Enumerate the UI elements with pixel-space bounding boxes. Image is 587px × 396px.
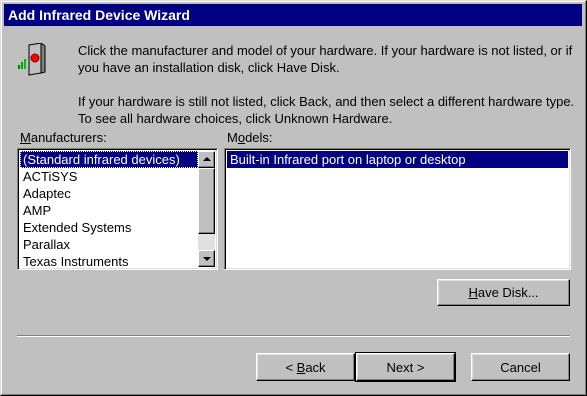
models-label: Models: — [227, 130, 273, 145]
manufacturers-scrollbar[interactable] — [198, 151, 215, 267]
next-button[interactable]: Next > — [355, 352, 456, 382]
instruction-paragraph-2: If your hardware is still not listed, cl… — [78, 94, 575, 126]
back-button[interactable]: < Back — [256, 353, 355, 381]
instruction-paragraph-1: Click the manufacturer and model of your… — [78, 43, 573, 75]
have-disk-button[interactable]: Have Disk... — [437, 279, 570, 306]
arrow-up-icon — [203, 157, 211, 161]
cancel-button[interactable]: Cancel — [471, 353, 570, 381]
manufacturer-item[interactable]: ACTiSYS — [20, 168, 198, 185]
scroll-thumb[interactable] — [198, 168, 215, 234]
scroll-down-button[interactable] — [198, 250, 215, 267]
manufacturer-item[interactable]: AMP — [20, 202, 198, 219]
manufacturer-item[interactable]: Parallax — [20, 236, 198, 253]
manufacturers-list: (Standard infrared devices) ACTiSYS Adap… — [20, 151, 198, 269]
manufacturer-item[interactable]: Adaptec — [20, 185, 198, 202]
separator — [17, 335, 570, 337]
window-title: Add Infrared Device Wizard — [8, 7, 190, 23]
manufacturer-item[interactable]: Extended Systems — [20, 219, 198, 236]
arrow-down-icon — [203, 257, 211, 261]
model-item[interactable]: Built-in Infrared port on laptop or desk… — [227, 151, 568, 168]
instructions: Click the manufacturer and model of your… — [78, 42, 578, 144]
title-bar[interactable]: Add Infrared Device Wizard — [4, 4, 582, 26]
manufacturer-item[interactable]: Texas Instruments — [20, 253, 198, 269]
models-listbox[interactable]: Built-in Infrared port on laptop or desk… — [224, 148, 571, 270]
manufacturers-listbox[interactable]: (Standard infrared devices) ACTiSYS Adap… — [17, 148, 218, 270]
wizard-window: Add Infrared Device Wizard Click the man… — [0, 0, 587, 396]
manufacturer-item[interactable]: (Standard infrared devices) — [20, 151, 198, 168]
infrared-device-icon — [17, 42, 49, 77]
models-list: Built-in Infrared port on laptop or desk… — [227, 151, 568, 168]
manufacturers-label: Manufacturers: — [20, 130, 107, 145]
scroll-up-button[interactable] — [198, 151, 215, 168]
